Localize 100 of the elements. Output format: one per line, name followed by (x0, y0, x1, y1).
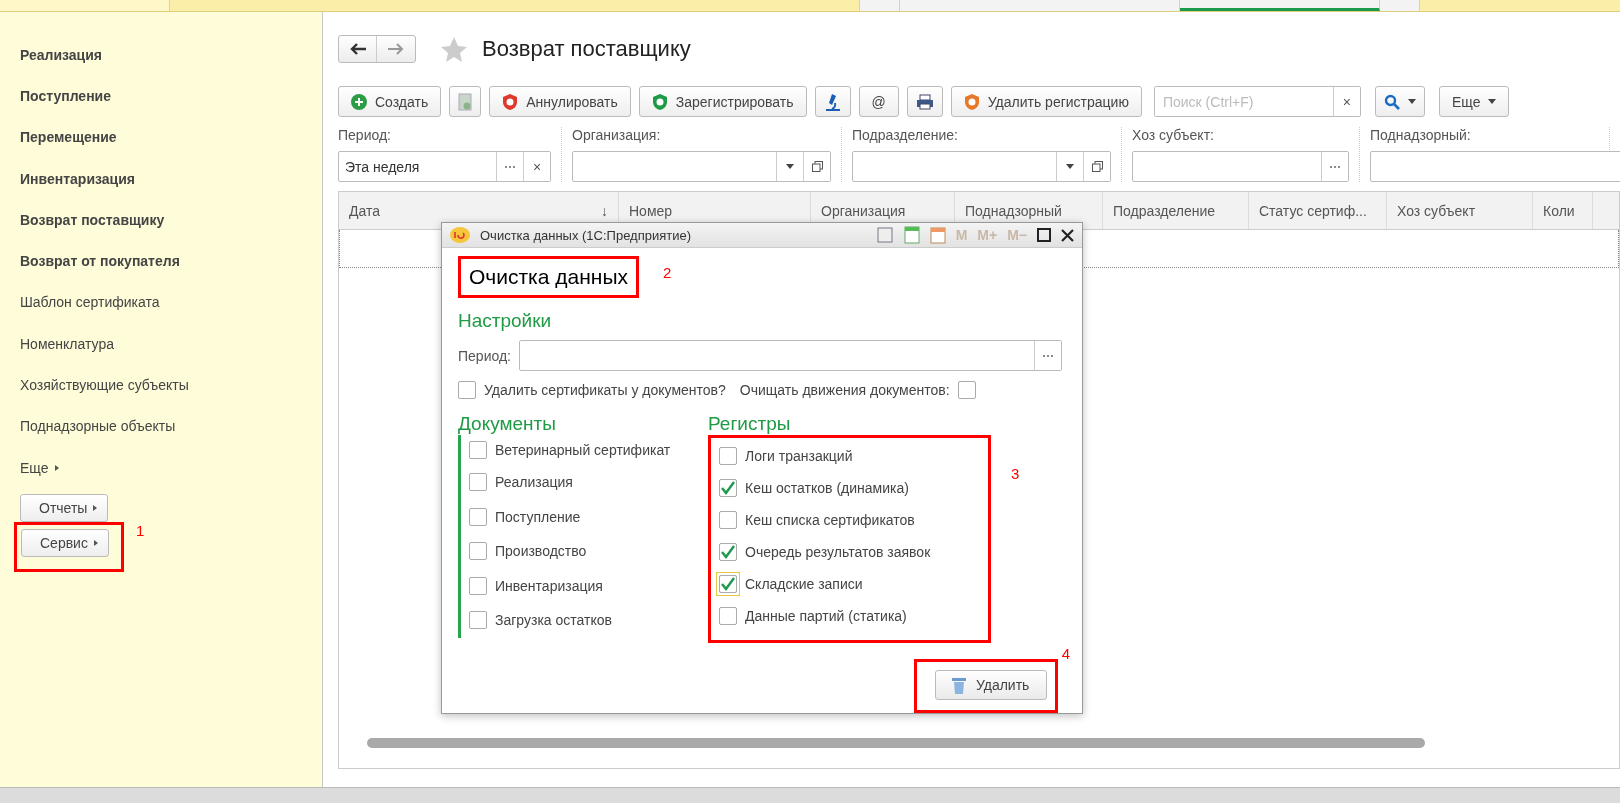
checkbox-label: Очищать движения документов: (739, 382, 950, 398)
toolbar-button[interactable] (814, 86, 851, 117)
section-title: Регистры (708, 413, 792, 435)
checkbox[interactable] (719, 447, 737, 465)
checkbox-label: Очередь результатов заявок (745, 544, 931, 560)
sort-mark: ↓ (601, 202, 608, 219)
caret-icon (1488, 99, 1497, 104)
column-header[interactable]: Хоз субъект (1387, 192, 1533, 229)
delete-button[interactable]: Удалить (934, 670, 1047, 700)
filter-label: Организация: (572, 127, 662, 143)
app-logo-icon (450, 227, 470, 243)
nav-link[interactable]: Реализация (20, 34, 102, 76)
shield-icon (651, 92, 668, 111)
nav-link[interactable]: Поступление (20, 75, 111, 117)
more-button[interactable]: Еще (1438, 86, 1510, 117)
ellipsis-icon (1330, 165, 1340, 168)
checkbox-label: Данные партий (статика) (745, 608, 907, 624)
open-button[interactable] (803, 152, 830, 181)
nav-link[interactable]: Шаблон сертификата (20, 281, 160, 324)
toolbar-button[interactable] (906, 86, 943, 117)
nav-link[interactable]: Возврат поставщику (20, 199, 165, 241)
toolbar-button[interactable]: Аннулировать (489, 86, 631, 117)
checkbox-label: Кеш остатков (динамика) (745, 480, 909, 496)
period-field[interactable] (519, 340, 1062, 371)
star-icon[interactable] (440, 35, 468, 63)
open-button[interactable] (1083, 152, 1110, 181)
microscope-icon (823, 91, 842, 112)
clear-button[interactable]: × (523, 152, 550, 181)
trash-icon (951, 676, 966, 694)
nav-link[interactable]: Хозяйствующие субъекты (20, 364, 189, 406)
shield-icon (502, 92, 519, 111)
filter-field[interactable] (572, 151, 831, 182)
menu-button[interactable]: Сервис (21, 529, 109, 558)
nav-link[interactable]: Инвентаризация (20, 157, 135, 200)
checkbox[interactable] (957, 381, 976, 399)
annotation-number: 2 (663, 264, 672, 281)
search-button[interactable] (1374, 86, 1425, 117)
window-title: Очистка данных (1С:Предприятие) (480, 227, 693, 243)
plus-icon (351, 93, 367, 110)
checkbox-label: Логи транзакций (745, 448, 853, 464)
filter-field[interactable] (1132, 151, 1349, 182)
filter-label: Поднадзорный: (1370, 127, 1472, 143)
toolbar-button[interactable]: Создать (338, 86, 442, 117)
filter-field[interactable] (1370, 151, 1620, 182)
choice-button[interactable] (1321, 152, 1348, 181)
nav-link[interactable]: Возврат от покупателя (20, 240, 180, 282)
caret-icon (786, 164, 794, 169)
annotation-number: 3 (1011, 465, 1020, 484)
filter-label: Период: (338, 127, 392, 143)
checkbox[interactable] (469, 441, 487, 459)
search-field[interactable]: Поиск (Ctrl+F) × (1153, 86, 1361, 117)
document-icon (458, 92, 473, 111)
toolbar-button[interactable]: Удалить регистрацию (950, 86, 1142, 117)
arrow-right-icon (388, 43, 404, 55)
checkbox[interactable] (469, 473, 487, 492)
checkbox-label: Удалить сертификаты у документов? (484, 382, 726, 398)
arrow-left-icon (349, 43, 366, 55)
checkbox[interactable] (469, 507, 487, 526)
close-icon[interactable] (1061, 228, 1074, 242)
calendar-icon[interactable] (929, 226, 946, 244)
checkbox[interactable] (719, 479, 737, 497)
choice-button[interactable] (1034, 341, 1061, 370)
search-icon (1383, 93, 1400, 110)
toolbar-button[interactable]: @ (858, 86, 899, 117)
toolbar-button[interactable]: Зарегистрировать (638, 86, 807, 117)
section-title: Документы (458, 413, 557, 435)
annotation-number: 4 (1061, 645, 1070, 662)
filter-field[interactable]: Эта неделя × (338, 151, 551, 182)
nav-link[interactable]: Поднадзорные объекты (20, 405, 176, 447)
nav-link[interactable]: Перемещение (20, 116, 117, 158)
more-link[interactable]: Еще (20, 446, 59, 489)
shield-icon (963, 92, 980, 111)
annotation-number: 1 (135, 522, 145, 540)
checkbox[interactable] (469, 576, 487, 595)
column-header[interactable]: Статус сертиф... (1249, 192, 1387, 229)
filter-field[interactable] (852, 151, 1111, 182)
scrollbar[interactable] (0, 787, 1620, 803)
maximize-icon[interactable] (1037, 228, 1051, 242)
calculator-icon[interactable] (903, 226, 920, 244)
page-title: Возврат поставщику (482, 36, 691, 62)
nav-link[interactable]: Номенклатура (20, 323, 114, 365)
section-title: Настройки (458, 310, 553, 332)
ellipsis-icon (505, 165, 515, 168)
checkbox[interactable] (719, 543, 737, 561)
arrow-icon (93, 540, 98, 547)
ellipsis-icon (1043, 354, 1053, 357)
menu-button[interactable]: Отчеты (20, 494, 109, 523)
open-icon (811, 161, 823, 172)
checkbox[interactable] (458, 381, 476, 399)
checkbox-label: Кеш списка сертификатов (745, 512, 915, 528)
checkbox-label: Инвентаризация (495, 577, 603, 594)
column-header[interactable]: Подразделение (1103, 192, 1249, 229)
checkbox[interactable] (469, 611, 487, 630)
column-header[interactable]: Коли (1533, 192, 1593, 229)
checkbox-label: Складские записи (745, 576, 863, 592)
checkbox-label: Производство (495, 543, 587, 560)
clear-button[interactable]: × (1332, 87, 1360, 116)
checkbox[interactable] (719, 511, 737, 529)
checkbox[interactable] (719, 607, 737, 625)
checkbox[interactable] (469, 542, 487, 561)
